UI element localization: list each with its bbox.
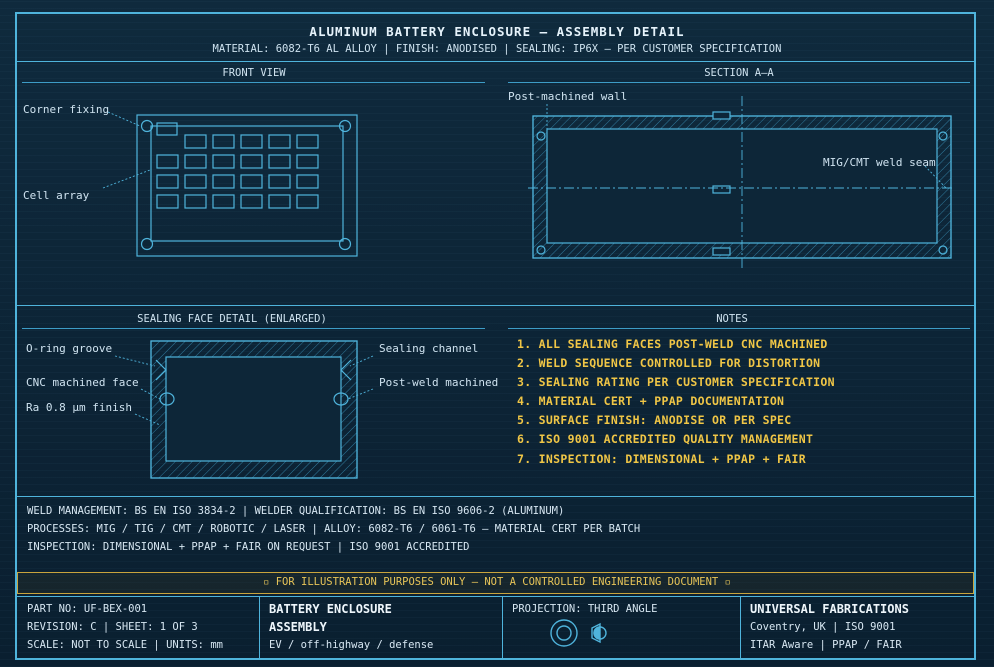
spec-line-weld: WELD MANAGEMENT: BS EN ISO 3834-2 | WELD… xyxy=(27,505,565,517)
battery-cell xyxy=(268,194,291,209)
note-item: 1. ALL SEALING FACES POST-WELD CNC MACHI… xyxy=(517,337,828,351)
technical-drawings xyxy=(102,96,955,647)
specs-divider xyxy=(16,496,976,497)
battery-cell xyxy=(296,134,319,149)
battery-cell xyxy=(156,154,179,169)
battery-cell xyxy=(268,134,291,149)
sealing-detail-drawing xyxy=(114,340,374,479)
callout-cell-array: Cell array xyxy=(23,189,90,202)
battery-cell xyxy=(240,134,263,149)
battery-cell xyxy=(156,194,179,209)
product-applications: EV / off-highway / defense xyxy=(269,639,434,651)
enclosure-inner-outline xyxy=(150,125,344,242)
battery-cell xyxy=(240,154,263,169)
battery-cell xyxy=(268,174,291,189)
title-block-divider xyxy=(16,596,976,597)
section-bottom-boss xyxy=(712,247,731,256)
note-item: 2. WELD SEQUENCE CONTROLLED FOR DISTORTI… xyxy=(517,356,821,370)
cell-array xyxy=(156,134,319,209)
third-angle-projection-icon xyxy=(550,619,607,647)
battery-cell xyxy=(156,174,179,189)
callout-o-ring-groove: O-ring groove xyxy=(26,342,113,355)
note-item: 6. ISO 9001 ACCREDITED QUALITY MANAGEMEN… xyxy=(517,432,814,446)
battery-cell xyxy=(184,194,207,209)
callout-cnc-machined-face: CNC machined face xyxy=(26,376,139,389)
battery-cell xyxy=(212,174,235,189)
product-name-line2: ASSEMBLY xyxy=(269,620,327,634)
disclaimer-text: ▫ FOR ILLUSTRATION PURPOSES ONLY — NOT A… xyxy=(263,576,731,588)
section-mid-boss xyxy=(712,185,731,194)
battery-cell xyxy=(240,194,263,209)
title-block-col-2 xyxy=(502,596,503,659)
note-item: 7. INSPECTION: DIMENSIONAL + PPAP + FAIR xyxy=(517,452,806,466)
spec-line-processes: PROCESSES: MIG / TIG / CMT / ROBOTIC / L… xyxy=(27,523,641,535)
company-location: Coventry, UK | ISO 9001 xyxy=(750,621,896,633)
section-top-boss xyxy=(712,111,731,120)
callout-corner-fixing: Corner fixing xyxy=(23,103,110,116)
cell-array-leader xyxy=(102,169,151,189)
part-number: PART NO: UF-BEX-001 xyxy=(27,603,148,615)
battery-cell xyxy=(212,154,235,169)
battery-cell xyxy=(268,154,291,169)
o-ring-groove-leader xyxy=(114,355,156,367)
sealing-cavity xyxy=(165,356,342,462)
callout-sealing-channel: Sealing channel xyxy=(379,342,479,355)
front-view-drawing xyxy=(102,111,358,257)
note-item: 3. SEALING RATING PER CUSTOMER SPECIFICA… xyxy=(517,375,835,389)
battery-cell xyxy=(296,154,319,169)
product-name-line1: BATTERY ENCLOSURE xyxy=(269,602,392,616)
note-item: 5. SURFACE FINISH: ANODISE OR PER SPEC xyxy=(517,413,792,427)
section-aa-drawing xyxy=(528,96,955,268)
callout-post-weld-machined: Post-weld machined xyxy=(379,376,499,389)
note-item: 4. MATERIAL CERT + PPAP DOCUMENTATION xyxy=(517,394,785,408)
battery-cell xyxy=(184,154,207,169)
corner-fixing-bl xyxy=(140,237,154,251)
battery-cell xyxy=(184,174,207,189)
revision: REVISION: C | SHEET: 1 OF 3 xyxy=(27,621,198,633)
callout-ra-finish: Ra 0.8 µm finish xyxy=(26,401,132,414)
battery-cell xyxy=(212,194,235,209)
battery-cell xyxy=(296,174,319,189)
company-capabilities: ITAR Aware | PPAP / FAIR xyxy=(750,639,902,651)
title-block-col-3 xyxy=(740,596,741,659)
callout-weld-seam: MIG/CMT weld seam xyxy=(823,156,936,169)
company-name: UNIVERSAL FABRICATIONS xyxy=(750,602,909,616)
connector-block xyxy=(156,122,178,136)
enclosure-outline xyxy=(136,114,358,257)
battery-cell xyxy=(184,134,207,149)
battery-cell xyxy=(212,134,235,149)
battery-cell xyxy=(240,174,263,189)
spec-line-inspection: INSPECTION: DIMENSIONAL + PPAP + FAIR ON… xyxy=(27,541,470,553)
scale: SCALE: NOT TO SCALE | UNITS: mm xyxy=(27,639,223,651)
title-block-col-1 xyxy=(259,596,260,659)
corner-fixing-leader xyxy=(107,111,141,127)
corner-fixing-br xyxy=(338,237,352,251)
callout-post-machined-wall: Post-machined wall xyxy=(508,90,628,103)
projection-label: PROJECTION: THIRD ANGLE xyxy=(512,603,658,615)
battery-cell xyxy=(296,194,319,209)
